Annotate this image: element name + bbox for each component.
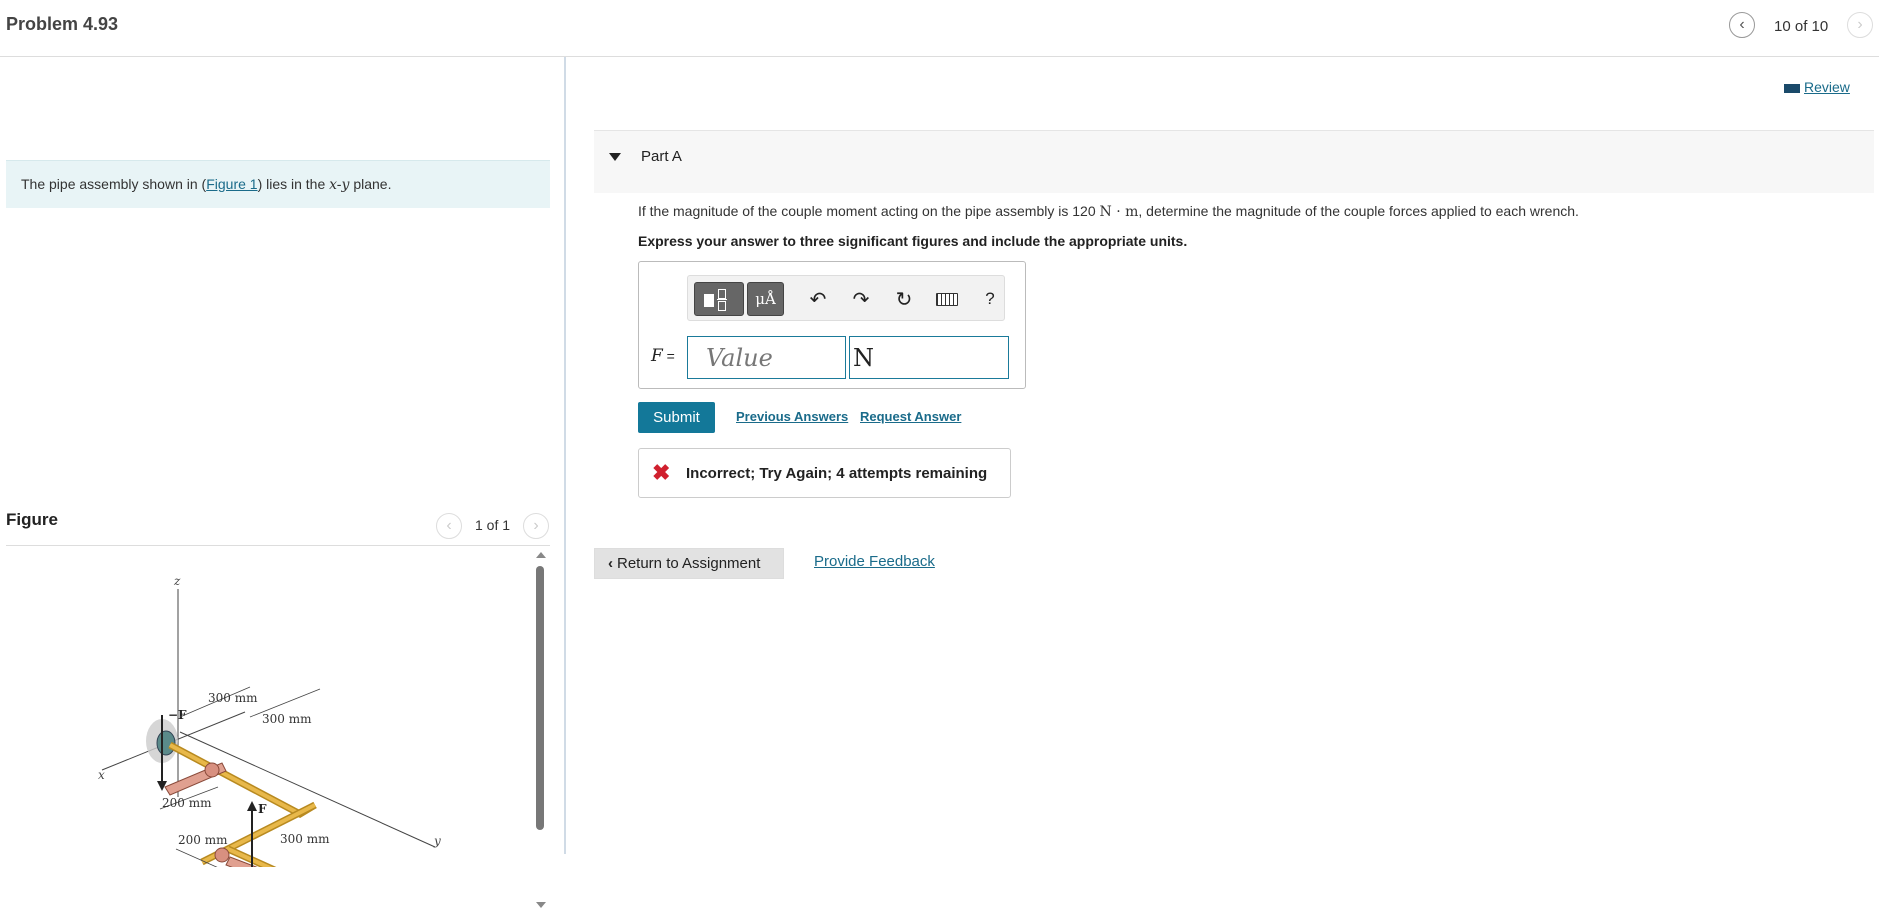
plane-math: x-y bbox=[329, 177, 350, 193]
intro-suffix: plane. bbox=[349, 176, 392, 192]
help-icon[interactable]: ? bbox=[977, 286, 1003, 312]
intro-panel: The pipe assembly shown in (Figure 1) li… bbox=[6, 160, 550, 208]
chevron-right-icon: › bbox=[1857, 16, 1863, 33]
feedback-text: Incorrect; Try Again; 4 attempts remaini… bbox=[686, 465, 988, 482]
templates-button[interactable] bbox=[694, 282, 744, 316]
units-button[interactable]: μÅ bbox=[747, 282, 784, 316]
answer-variable: F bbox=[651, 346, 663, 366]
axis-z-label: z bbox=[173, 577, 181, 588]
book-icon bbox=[1784, 83, 1800, 93]
figure-divider bbox=[6, 545, 550, 546]
question-suffix: , determine the magnitude of the couple … bbox=[1138, 203, 1579, 219]
collapse-triangle-icon[interactable] bbox=[609, 153, 621, 161]
left-pane: The pipe assembly shown in (Figure 1) li… bbox=[0, 57, 566, 908]
intro-prefix: The pipe assembly shown in ( bbox=[21, 176, 207, 192]
keyboard-icon[interactable] bbox=[934, 286, 960, 312]
undo-icon[interactable]: ↶ bbox=[805, 286, 831, 312]
provide-feedback-link[interactable]: Provide Feedback bbox=[814, 553, 935, 570]
review-label: Review bbox=[1804, 79, 1850, 95]
dim-label-5: 300 mm bbox=[280, 832, 330, 846]
scroll-down-icon[interactable] bbox=[536, 902, 546, 908]
top-bar: Problem 4.93 ‹ 10 of 10 › bbox=[0, 0, 1879, 57]
templates-icon bbox=[704, 289, 734, 311]
dim-label-3: 200 mm bbox=[162, 796, 212, 810]
answer-box: μÅ ↶ ↷ ↻ ? F = bbox=[638, 261, 1026, 389]
pipe-assembly-figure: z x y −F F 300 mm 300 mm 200 mm 200 mm 3… bbox=[98, 577, 441, 867]
problem-title: Problem 4.93 bbox=[6, 14, 119, 34]
chevron-left-icon: ‹ bbox=[1739, 16, 1745, 33]
previous-answers-link[interactable]: Previous Answers bbox=[736, 409, 848, 424]
figure-label: Figure bbox=[6, 510, 58, 529]
value-input[interactable] bbox=[687, 336, 846, 379]
question-prefix: If the magnitude of the couple moment ac… bbox=[638, 203, 1100, 219]
figure-position: 1 of 1 bbox=[475, 517, 511, 533]
dim-label-4: 200 mm bbox=[178, 833, 228, 847]
figure-scrollbar[interactable] bbox=[532, 550, 550, 908]
force-f-label: F bbox=[258, 802, 267, 816]
chevron-left-icon: ‹ bbox=[446, 517, 452, 534]
figure-link[interactable]: Figure 1 bbox=[206, 176, 257, 192]
previous-problem-button[interactable]: ‹ bbox=[1729, 12, 1755, 38]
return-to-assignment-button[interactable]: ‹ Return to Assignment bbox=[594, 548, 784, 579]
submit-button[interactable]: Submit bbox=[638, 402, 715, 433]
chevron-left-icon: ‹ bbox=[608, 555, 613, 572]
figure-next-button[interactable]: › bbox=[523, 513, 549, 539]
request-answer-link[interactable]: Request Answer bbox=[860, 409, 961, 424]
part-a-label: Part A bbox=[641, 148, 682, 165]
answer-variable-label: F = bbox=[651, 346, 675, 366]
problem-position: 10 of 10 bbox=[1774, 18, 1829, 35]
scroll-thumb[interactable] bbox=[536, 566, 544, 830]
answer-equals: = bbox=[662, 348, 675, 364]
part-a-header[interactable]: Part A bbox=[594, 130, 1874, 193]
intro-middle: ) lies in the bbox=[257, 176, 330, 192]
dim-label-1: 300 mm bbox=[208, 691, 258, 705]
math-toolbar: μÅ ↶ ↷ ↻ ? bbox=[687, 275, 1005, 321]
instruction-text: Express your answer to three significant… bbox=[638, 233, 1188, 249]
scroll-up-icon[interactable] bbox=[536, 552, 546, 558]
question-unit: N · m bbox=[1099, 204, 1139, 220]
axis-y-label: y bbox=[433, 834, 441, 848]
reset-icon[interactable]: ↻ bbox=[891, 286, 917, 312]
error-x-icon: ✖ bbox=[652, 460, 671, 485]
return-label: Return to Assignment bbox=[617, 555, 761, 572]
review-link[interactable]: Review bbox=[1784, 79, 1850, 95]
intro-text: The pipe assembly shown in (Figure 1) li… bbox=[21, 176, 392, 193]
dim-label-2: 300 mm bbox=[262, 712, 312, 726]
chevron-right-icon: › bbox=[533, 517, 539, 534]
question-text: If the magnitude of the couple moment ac… bbox=[638, 203, 1579, 220]
redo-icon[interactable]: ↷ bbox=[848, 286, 874, 312]
figure-prev-button[interactable]: ‹ bbox=[436, 513, 462, 539]
axis-x-label: x bbox=[98, 768, 105, 782]
next-problem-button[interactable]: › bbox=[1847, 12, 1873, 38]
unit-input[interactable] bbox=[849, 336, 1009, 379]
feedback-box: ✖ Incorrect; Try Again; 4 attempts remai… bbox=[638, 448, 1011, 498]
